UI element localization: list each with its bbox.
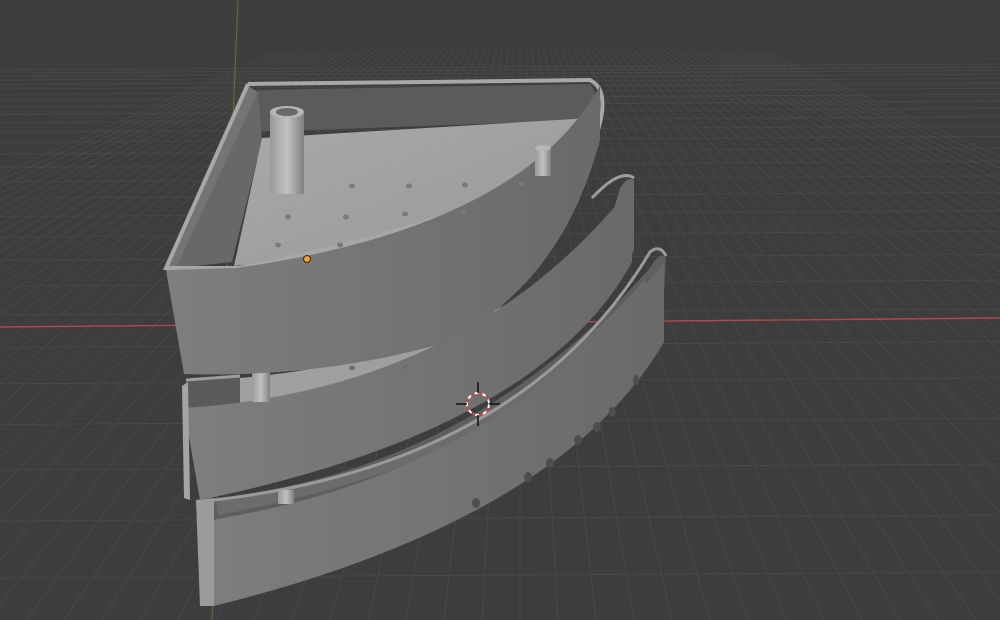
tier-middle-pillar	[252, 372, 270, 402]
grid-line	[0, 66, 1000, 74]
grid-line	[0, 571, 1000, 579]
grid-line	[627, 49, 1000, 419]
grid-line	[759, 49, 1000, 158]
grid-line	[0, 514, 1000, 522]
grid-line	[639, 49, 1000, 372]
grid-line	[0, 69, 1000, 77]
tier-bottom-end-wall	[196, 498, 214, 606]
grid-line	[741, 49, 1000, 175]
3d-viewport[interactable]	[0, 0, 1000, 620]
grid-line	[717, 49, 1000, 203]
grid-line	[711, 49, 1000, 211]
grid-line	[657, 49, 1000, 316]
viewport-canvas[interactable]	[0, 0, 1000, 620]
grid-line	[0, 63, 1000, 71]
grid-line	[723, 49, 1000, 196]
tier-top-pillar-large[interactable]	[270, 106, 304, 194]
tier-top-pillar-small[interactable]	[535, 145, 551, 176]
object-origin-icon[interactable]	[303, 255, 311, 263]
grid-line	[633, 49, 1000, 394]
tier-bottom-pillar	[278, 490, 294, 504]
grid-line	[705, 49, 1000, 220]
grid-line	[651, 49, 1000, 333]
